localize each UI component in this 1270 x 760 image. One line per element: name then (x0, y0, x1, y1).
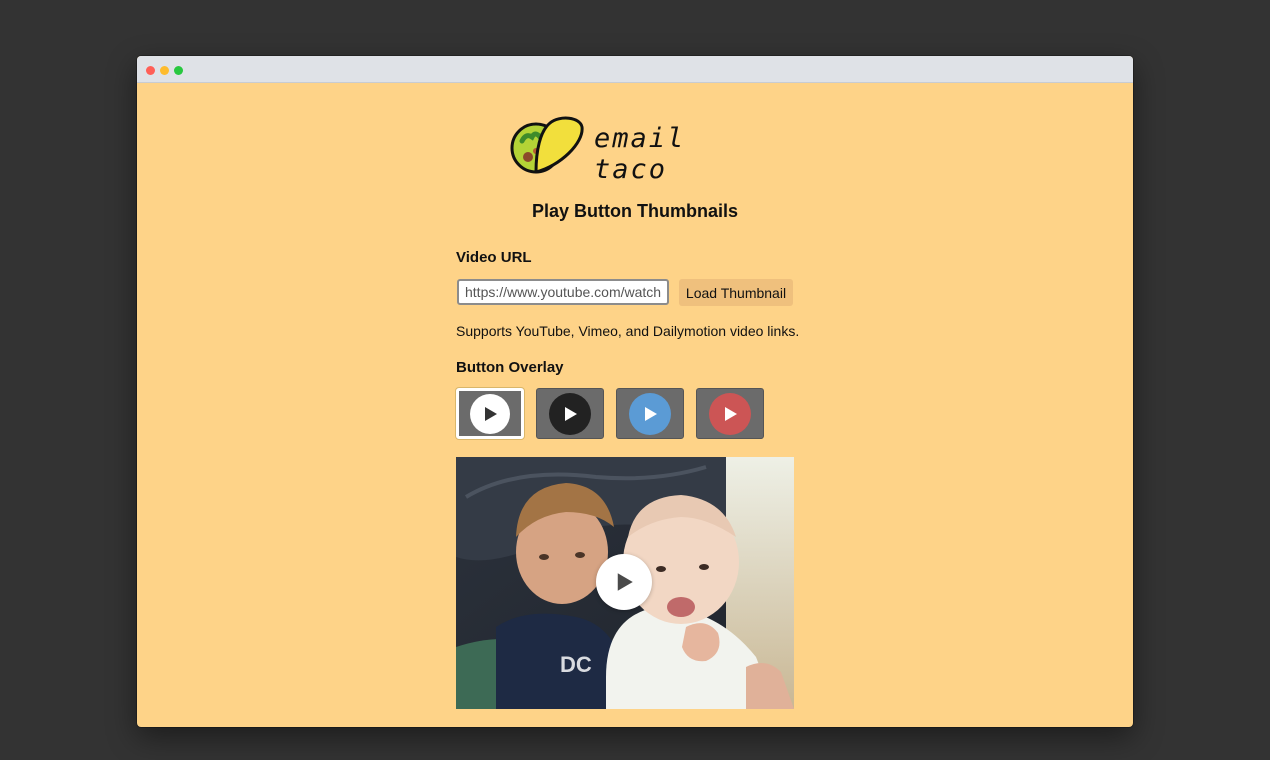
page-title: Play Button Thumbnails (531, 201, 738, 221)
play-button-circle (549, 392, 591, 435)
play-icon (617, 573, 633, 591)
overlay-option-red[interactable] (696, 388, 764, 439)
logo[interactable]: email taco (510, 111, 750, 185)
maximize-window-button[interactable] (174, 66, 183, 75)
overlay-options (456, 388, 776, 439)
taco-icon (510, 116, 584, 174)
overlay-option-blue[interactable] (616, 388, 684, 439)
play-button-circle (470, 393, 510, 434)
close-window-button[interactable] (146, 66, 155, 75)
video-url-input[interactable] (457, 279, 669, 305)
video-url-label: Video URL (456, 249, 532, 266)
play-button-circle (709, 392, 751, 435)
minimize-window-button[interactable] (160, 66, 169, 75)
play-button-circle (629, 392, 671, 435)
overlay-option-white[interactable] (456, 388, 524, 439)
svg-text:DC: DC (560, 652, 592, 677)
load-thumbnail-button[interactable]: Load Thumbnail (679, 279, 793, 306)
overlay-play-button[interactable] (596, 554, 652, 610)
button-overlay-label: Button Overlay (456, 359, 564, 376)
logo-text: email taco (594, 123, 686, 185)
page-content: email taco Play Button Thumbnails Video … (137, 83, 1133, 727)
supported-sites-note: Supports YouTube, Vimeo, and Dailymotion… (456, 323, 800, 339)
window-titlebar (137, 56, 1133, 83)
play-icon (485, 406, 497, 421)
browser-window: email taco Play Button Thumbnails Video … (137, 56, 1133, 727)
overlay-option-black[interactable] (536, 388, 604, 439)
video-thumbnail-preview: DC (456, 457, 794, 709)
play-icon (725, 406, 737, 421)
play-icon (565, 406, 577, 421)
play-icon (645, 406, 657, 421)
